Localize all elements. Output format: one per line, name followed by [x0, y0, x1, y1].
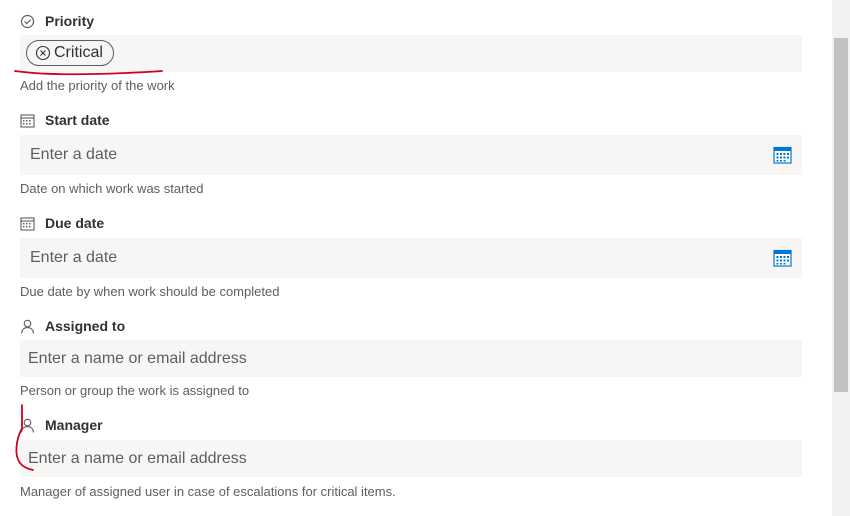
- due-date-label-text: Due date: [45, 215, 105, 231]
- priority-field[interactable]: Critical: [20, 35, 802, 72]
- calendar-icon: [20, 216, 35, 231]
- due-date-label: Due date: [20, 212, 104, 234]
- check-circle-icon: [20, 14, 35, 29]
- start-date-input[interactable]: [30, 135, 730, 175]
- assigned-to-input[interactable]: [28, 340, 728, 377]
- calendar-picker-icon[interactable]: [773, 146, 792, 164]
- priority-description: Add the priority of the work: [20, 78, 175, 93]
- critical-chip[interactable]: Critical: [26, 40, 114, 66]
- assigned-to-description: Person or group the work is assigned to: [20, 383, 250, 398]
- start-date-label-text: Start date: [45, 112, 110, 128]
- calendar-picker-icon[interactable]: [773, 249, 792, 267]
- scrollbar-thumb[interactable]: [834, 38, 848, 392]
- manager-label-text: Manager: [45, 417, 103, 433]
- person-icon: [20, 418, 35, 433]
- due-date-field[interactable]: [20, 238, 802, 278]
- priority-label-text: Priority: [45, 13, 95, 29]
- assigned-to-label: Assigned to: [20, 315, 125, 337]
- person-icon: [20, 319, 35, 334]
- remove-chip-icon[interactable]: [35, 45, 51, 61]
- manager-input[interactable]: [28, 440, 728, 477]
- calendar-icon: [20, 113, 35, 128]
- item-form: Priority Critical Add the priority of th…: [0, 0, 832, 516]
- start-date-label: Start date: [20, 109, 110, 131]
- start-date-description: Date on which work was started: [20, 181, 204, 196]
- due-date-input[interactable]: [30, 238, 730, 278]
- assigned-to-field[interactable]: [20, 340, 802, 377]
- priority-label: Priority: [20, 10, 94, 32]
- due-date-description: Due date by when work should be complete…: [20, 284, 280, 299]
- manager-field[interactable]: [20, 440, 802, 477]
- assigned-to-label-text: Assigned to: [45, 318, 126, 334]
- chip-text: Critical: [54, 44, 103, 61]
- start-date-field[interactable]: [20, 135, 802, 175]
- manager-label: Manager: [20, 414, 103, 436]
- manager-description: Manager of assigned user in case of esca…: [20, 484, 396, 499]
